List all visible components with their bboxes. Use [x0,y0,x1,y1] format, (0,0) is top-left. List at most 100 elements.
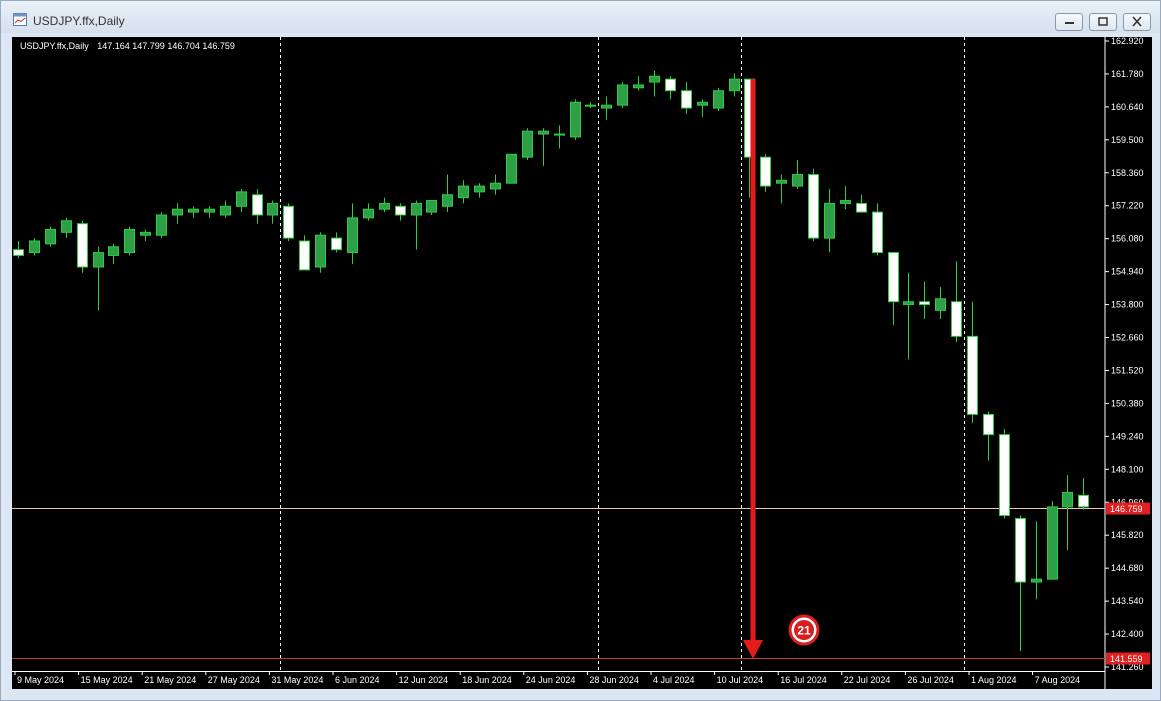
bull-candle [220,205,231,216]
support-line-tag-label: 141.559 [1110,654,1143,664]
bull-candle [156,214,167,236]
y-tick-label: 148.100 [1111,464,1144,474]
x-tick-label: 9 May 2024 [17,675,64,685]
x-tick-label: 15 May 2024 [81,675,133,685]
bear-candle [856,202,867,213]
bull-candle [1062,491,1073,508]
bull-candle [379,202,390,210]
bear-candle [999,434,1010,517]
bull-candle [554,133,565,136]
chart-symbol: USDJPY.ffx,Daily [20,41,89,51]
bull-candle [649,75,660,83]
bull-candle [1031,578,1042,583]
bear-candle [1015,517,1026,583]
x-tick-label: 28 Jun 2024 [589,675,639,685]
bear-candle [983,413,994,436]
minimize-icon [1065,22,1074,24]
current-price-line-tag-label: 146.759 [1110,504,1143,514]
bear-candle [252,194,263,216]
bear-candle [888,252,899,303]
chart-window-icon [13,13,27,26]
bull-candle [776,179,787,184]
x-tick-label: 18 Jun 2024 [462,675,512,685]
x-tick-label: 7 Aug 2024 [1035,675,1081,685]
candlestick-chart[interactable]: 162.920 161.780 160.640 159.500 158.360 157.2… [12,37,1152,689]
bull-candle [506,153,517,184]
bull-candle [426,200,437,213]
x-tick-label: 4 Jul 2024 [653,675,695,685]
annotation-badge-label: 21 [797,624,811,638]
bull-candle [601,104,612,109]
y-tick-label: 145.820 [1111,530,1144,540]
ohlc-open: 147.164 [97,41,130,51]
bull-candle [538,130,549,135]
x-tick-label: 22 Jul 2024 [844,675,891,685]
ohlc-high: 147.799 [132,41,165,51]
ohlc-low: 146.704 [167,41,200,51]
y-tick-label: 142.400 [1111,629,1144,639]
bear-candle [13,249,24,256]
y-tick-label: 156.080 [1111,234,1144,244]
bull-candle [935,298,946,311]
bear-candle [395,205,406,216]
minimize-button[interactable] [1055,13,1083,31]
bull-candle [140,231,151,236]
bear-candle [808,174,819,239]
close-icon [1132,16,1142,27]
bull-candle [363,208,374,219]
bear-candle [967,335,978,415]
bull-candle [61,220,72,233]
bull-candle [204,208,215,213]
x-tick-label: 6 Jun 2024 [335,675,380,685]
bull-candle [267,202,278,216]
bull-candle [633,84,644,89]
down-arrow-icon [743,640,763,659]
bull-candle [840,200,851,204]
bull-candle [45,228,56,245]
y-tick-label: 144.680 [1111,563,1144,573]
bear-candle [872,211,883,254]
bull-candle [172,208,183,216]
bull-candle [93,252,104,268]
bull-candle [29,240,40,254]
window-title: USDJPY.ffx,Daily [33,14,125,28]
bull-candle [570,101,581,138]
bull-candle [236,191,247,207]
bull-candle [713,90,724,109]
bull-candle [585,104,596,107]
x-tick-label: 16 Jul 2024 [780,675,827,685]
bull-candle [124,228,135,254]
y-tick-label: 159.500 [1111,135,1144,145]
bull-candle [347,217,358,254]
bear-candle [299,240,310,271]
bear-candle [681,90,692,109]
bull-candle [474,185,485,193]
x-tick-label: 26 Jul 2024 [907,675,954,685]
restore-button[interactable] [1089,13,1117,31]
y-tick-label: 152.660 [1111,333,1144,343]
x-tick-label: 1 Aug 2024 [971,675,1017,685]
bull-candle [729,78,740,92]
bear-candle [283,205,294,239]
y-tick-label: 151.520 [1111,365,1144,375]
restore-icon [1098,17,1108,26]
y-tick-label: 143.540 [1111,596,1144,606]
x-tick-label: 24 Jun 2024 [526,675,576,685]
x-tick-label: 12 Jun 2024 [399,675,449,685]
y-tick-label: 153.800 [1111,300,1144,310]
y-tick-label: 162.920 [1111,37,1144,46]
y-tick-label: 150.380 [1111,398,1144,408]
close-button[interactable] [1123,13,1151,31]
price-chart[interactable]: 162.920 161.780 160.640 159.500 158.360 157.2… [12,37,1152,689]
y-tick-label: 154.940 [1111,267,1144,277]
bear-candle [760,156,771,187]
bull-candle [490,182,501,190]
bull-candle [1047,506,1058,580]
bull-candle [697,101,708,106]
y-tick-label: 158.360 [1111,168,1144,178]
bear-candle [331,237,342,251]
title-bar[interactable]: USDJPY.ffx,Daily [1,1,1160,33]
chart-window: USDJPY.ffx,Daily 162.920 161.780 160.640 15… [0,0,1161,701]
bear-candle [665,78,676,92]
bear-candle [951,301,962,337]
